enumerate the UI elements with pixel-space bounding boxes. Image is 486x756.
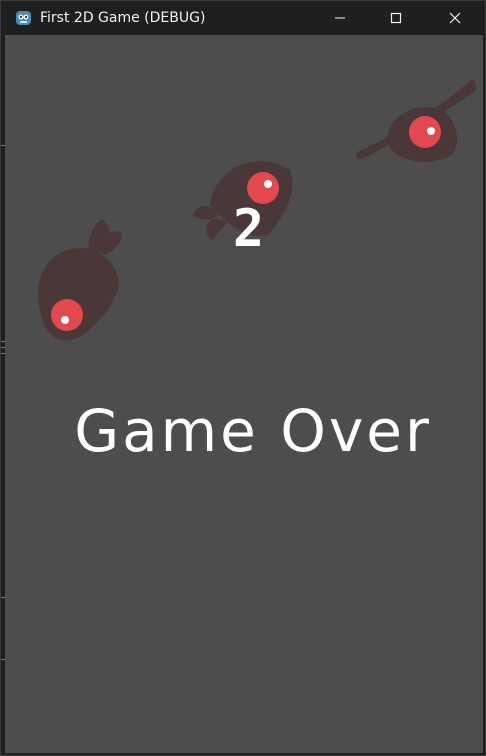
title-bar[interactable]: First 2D Game (DEBUG) — [1, 1, 485, 35]
window-title: First 2D Game (DEBUG) — [40, 10, 206, 26]
left-edge-marker — [1, 597, 5, 598]
game-over-message: Game Over — [74, 397, 432, 465]
close-button[interactable] — [426, 1, 484, 35]
score-label: 2 — [232, 199, 266, 259]
left-edge-marker — [1, 341, 5, 342]
game-window: First 2D Game (DEBUG) 2 Game Over — [0, 0, 486, 756]
close-icon — [449, 12, 461, 24]
minimize-icon — [335, 17, 345, 19]
maximize-icon — [390, 12, 402, 24]
minimize-button[interactable] — [311, 1, 369, 35]
maximize-button[interactable] — [367, 1, 425, 35]
left-edge-marker — [1, 347, 5, 348]
left-edge-marker — [1, 353, 5, 354]
godot-icon — [15, 9, 32, 26]
left-edge-marker — [1, 659, 5, 660]
left-edge-marker — [1, 145, 5, 146]
game-viewport[interactable]: 2 Game Over — [5, 35, 483, 753]
game-canvas — [5, 35, 483, 753]
